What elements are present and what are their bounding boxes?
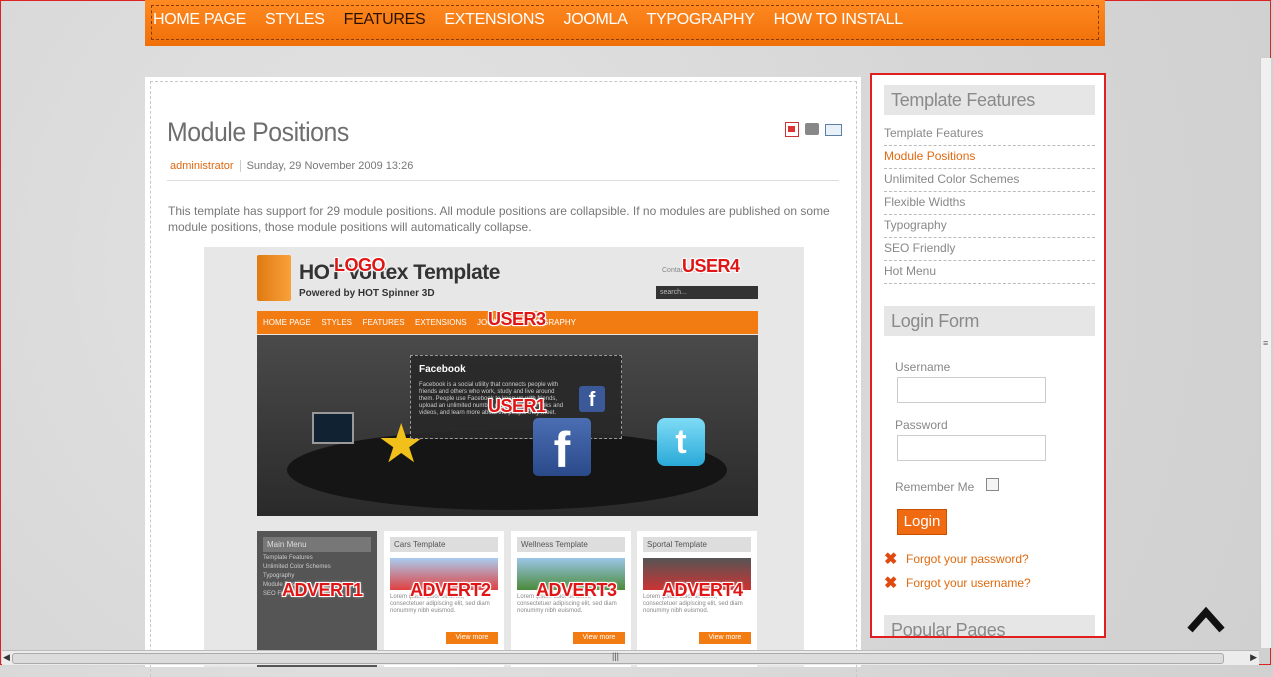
forgot-password-text[interactable]: Forgot your password? [906,552,1029,566]
label-advert1: ADVERT1 [282,580,363,600]
sidebar-item-hot-menu[interactable]: Hot Menu [884,261,1095,284]
template-features-title: Template Features [884,85,1095,115]
vertical-scrollbar[interactable]: ≡ [1260,58,1271,648]
nav-item-joomla[interactable]: JOOMLA [564,11,628,29]
password-field[interactable] [897,435,1046,461]
main-nav: HOME PAGE STYLES FEATURES EXTENSIONS JOO… [145,0,1105,46]
preview-slideshow: ★ Facebook Facebook is a social utility … [257,335,758,516]
pdf-icon[interactable] [785,122,799,137]
preview-menu-item: Typography [263,573,295,579]
scroll-right-icon[interactable]: ▶ [1250,652,1257,663]
sidebar-item-template-features[interactable]: Template Features [884,123,1095,146]
preview-view-more: View more [573,632,625,644]
username-label: Username [895,360,951,374]
label-user3: USER3 [488,309,546,329]
preview-nav-item: EXTENSIONS [414,318,467,327]
sidebar-item-typography[interactable]: Typography [884,215,1095,238]
preview-menu-item: Template Features [263,555,313,561]
label-user4: USER4 [682,256,740,276]
sidebar-item-unlimited-color-schemes[interactable]: Unlimited Color Schemes [884,169,1095,192]
close-x-icon: ✖ [884,551,898,568]
remember-me-checkbox[interactable] [986,478,999,491]
scroll-to-top-icon[interactable] [1186,600,1226,636]
preview-col-title: Wellness Template [517,537,625,552]
twitter-icon: t [657,418,705,466]
close-x-icon: ✖ [884,575,898,592]
password-label: Password [895,418,948,432]
username-field[interactable] [897,377,1046,403]
sidebar-item-module-positions[interactable]: Module Positions [884,146,1095,169]
template-features-menu: Template Features Module Positions Unlim… [884,123,1095,284]
preview-main-menu-title: Main Menu [263,537,371,552]
nav-item-extensions[interactable]: EXTENSIONS [444,11,544,29]
sidebar-item-seo-friendly[interactable]: SEO Friendly [884,238,1095,261]
preview-col-title: Sportal Template [643,537,751,552]
label-advert2: ADVERT2 [410,580,491,600]
nav-item-typography[interactable]: TYPOGRAPHY [647,11,755,29]
article-author: administrator [170,160,241,172]
facebook-small-icon: f [579,386,605,412]
label-logo: LOGO [334,255,386,275]
preview-search: search... [656,286,758,299]
preview-menu-item: Unlimited Color Schemes [263,564,331,570]
email-icon[interactable] [825,124,842,136]
preview-powered-text: Powered by HOT Spinner 3D [299,288,435,299]
scrollbar-grip-icon: ≡ [1263,338,1269,348]
print-icon[interactable] [805,123,819,135]
article-meta: administrator Sunday, 29 November 2009 1… [170,160,413,172]
article-date: Sunday, 29 November 2009 13:26 [246,160,414,172]
meta-divider [167,180,839,181]
preview-fb-title: Facebook [419,364,466,375]
forgot-password-link[interactable]: ✖ Forgot your password? [884,549,1029,569]
login-button[interactable]: Login [897,509,947,535]
label-advert3: ADVERT3 [536,580,617,600]
remember-me-label: Remember Me [895,480,975,494]
forgot-username-text[interactable]: Forgot your username? [906,576,1031,590]
sidebar-item-flexible-widths[interactable]: Flexible Widths [884,192,1095,215]
nav-item-styles[interactable]: STYLES [265,11,325,29]
scroll-left-icon[interactable]: ◀ [3,652,10,663]
main-nav-list: HOME PAGE STYLES FEATURES EXTENSIONS JOO… [153,11,922,29]
nav-item-features[interactable]: FEATURES [344,11,426,29]
sidebar-highlighted: Template Features Template Features Modu… [870,73,1106,638]
popular-pages-title: Popular Pages [884,615,1095,636]
preview-view-more: View more [699,632,751,644]
forgot-username-link[interactable]: ✖ Forgot your username? [884,573,1031,593]
preview-nav-item: FEATURES [362,318,405,327]
article-title: Module Positions [167,117,349,147]
preview-nav-item: STYLES [321,318,352,327]
horizontal-scrollbar[interactable]: ◀ ||| ▶ [2,650,1259,665]
label-advert4: ADVERT4 [662,580,743,600]
login-form-title: Login Form [884,306,1095,336]
article-body: This template has support for 29 module … [168,204,830,234]
monitor-icon [312,412,354,444]
article-tools [785,122,842,137]
nav-item-how-to-install[interactable]: HOW TO INSTALL [774,11,903,29]
preview-nav-item: HOME PAGE [263,318,311,327]
article: Module Positions administrator Sunday, 2… [145,77,861,677]
facebook-icon: f [533,418,591,478]
product-box-icon [257,255,291,301]
preview-col-title: Cars Template [390,537,498,552]
template-preview-image: HOT Vortex Template Powered by HOT Spinn… [204,247,804,667]
preview-view-more: View more [446,632,498,644]
label-user1: USER1 [488,396,546,416]
nav-item-home[interactable]: HOME PAGE [153,11,246,29]
scrollbar-grip-icon: ||| [612,651,620,661]
preview-logo-text: HOT Vortex Template [299,261,500,284]
